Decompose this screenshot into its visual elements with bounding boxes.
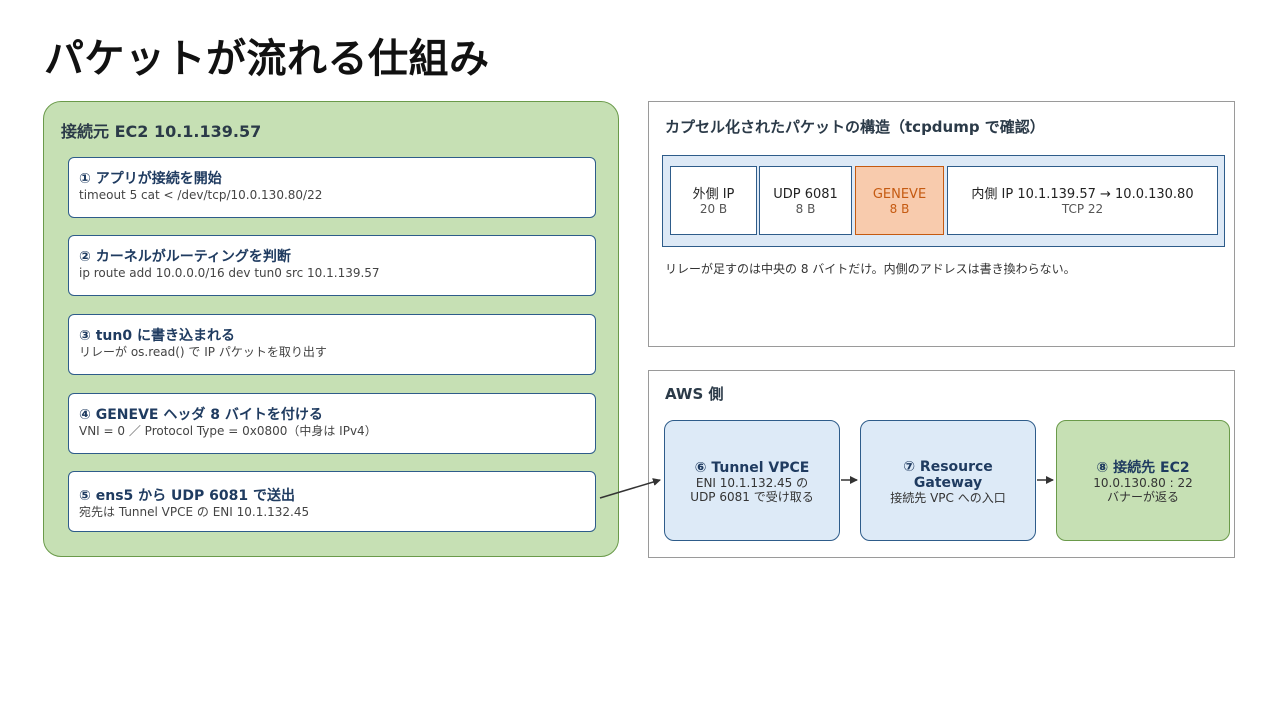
segment-geneve-size: 8 B xyxy=(889,202,910,216)
step-1-command: timeout 5 cat < /dev/tcp/10.0.130.80/22 xyxy=(79,188,323,202)
node-resource-gateway-sub: 接続先 VPC への入口 xyxy=(890,491,1006,505)
step-4-title: ④ GENEVE ヘッダ 8 バイトを付ける xyxy=(79,407,323,423)
aws-side-panel: AWS 側 ⑥ Tunnel VPCE ENI 10.1.132.45 の UD… xyxy=(648,370,1235,558)
step-4: ④ GENEVE ヘッダ 8 バイトを付ける VNI = 0 ／ Protoco… xyxy=(68,393,596,454)
packet-structure-panel: カプセル化されたパケットの構造（tcpdump で確認） 外側 IP 20 B … xyxy=(648,101,1235,347)
segment-geneve-label: GENEVE xyxy=(872,187,927,202)
segment-outer-ip-label: 外側 IP xyxy=(692,187,735,202)
step-2-title: ② カーネルがルーティングを判断 xyxy=(79,249,291,265)
node-destination-ec2-sub1: 10.0.130.80 : 22 xyxy=(1093,476,1193,490)
step-2-command: ip route add 10.0.0.0/16 dev tun0 src 10… xyxy=(79,266,380,280)
segment-inner-ip-label: 内側 IP 10.1.139.57 → 10.0.130.80 xyxy=(971,187,1194,202)
step-5-title: ⑤ ens5 から UDP 6081 で送出 xyxy=(79,488,295,504)
step-3-description: リレーが os.read() で IP パケットを取り出す xyxy=(79,345,327,359)
step-5: ⑤ ens5 から UDP 6081 で送出 宛先は Tunnel VPCE の… xyxy=(68,471,596,532)
segment-udp-size: 8 B xyxy=(795,202,816,216)
packet-layout-band: 外側 IP 20 B UDP 6081 8 B GENEVE 8 B 内側 IP… xyxy=(662,155,1225,247)
aws-side-title: AWS 側 xyxy=(665,385,724,403)
step-5-description: 宛先は Tunnel VPCE の ENI 10.1.132.45 xyxy=(79,505,310,519)
node-destination-ec2: ⑧ 接続先 EC2 10.0.130.80 : 22 バナーが返る xyxy=(1056,420,1230,541)
step-1-title: ① アプリが接続を開始 xyxy=(79,171,222,187)
node-resource-gateway: ⑦ Resource Gateway 接続先 VPC への入口 xyxy=(860,420,1036,541)
node-tunnel-vpce-sub1: ENI 10.1.132.45 の xyxy=(695,476,809,490)
node-tunnel-vpce-sub2: UDP 6081 で受け取る xyxy=(690,490,814,504)
node-resource-gateway-title2: Gateway xyxy=(913,475,983,491)
segment-udp: UDP 6081 8 B xyxy=(759,166,852,235)
source-ec2-panel: 接続元 EC2 10.1.139.57 ① アプリが接続を開始 timeout … xyxy=(43,101,619,557)
segment-inner-ip-proto: TCP 22 xyxy=(1061,202,1104,216)
packet-structure-title: カプセル化されたパケットの構造（tcpdump で確認） xyxy=(665,118,1045,136)
step-3-title: ③ tun0 に書き込まれる xyxy=(79,328,235,344)
node-destination-ec2-title: ⑧ 接続先 EC2 xyxy=(1096,460,1190,476)
node-tunnel-vpce: ⑥ Tunnel VPCE ENI 10.1.132.45 の UDP 6081… xyxy=(664,420,840,541)
step-2: ② カーネルがルーティングを判断 ip route add 10.0.0.0/1… xyxy=(68,235,596,296)
step-1: ① アプリが接続を開始 timeout 5 cat < /dev/tcp/10.… xyxy=(68,157,596,218)
node-tunnel-vpce-title: ⑥ Tunnel VPCE xyxy=(694,460,810,476)
segment-outer-ip-size: 20 B xyxy=(699,202,728,216)
segment-geneve: GENEVE 8 B xyxy=(855,166,944,235)
segment-inner-ip: 内側 IP 10.1.139.57 → 10.0.130.80 TCP 22 xyxy=(947,166,1218,235)
step-3: ③ tun0 に書き込まれる リレーが os.read() で IP パケットを… xyxy=(68,314,596,375)
step-4-description: VNI = 0 ／ Protocol Type = 0x0800（中身は IPv… xyxy=(79,424,377,438)
source-ec2-title: 接続元 EC2 10.1.139.57 xyxy=(61,122,262,141)
segment-udp-label: UDP 6081 xyxy=(773,187,838,202)
segment-outer-ip: 外側 IP 20 B xyxy=(670,166,757,235)
node-resource-gateway-title: ⑦ Resource xyxy=(903,459,993,475)
packet-structure-note: リレーが足すのは中央の 8 バイトだけ。内側のアドレスは書き換わらない。 xyxy=(665,262,1076,276)
page-title: パケットが流れる仕組み xyxy=(44,36,490,82)
node-destination-ec2-sub2: バナーが返る xyxy=(1106,490,1179,504)
